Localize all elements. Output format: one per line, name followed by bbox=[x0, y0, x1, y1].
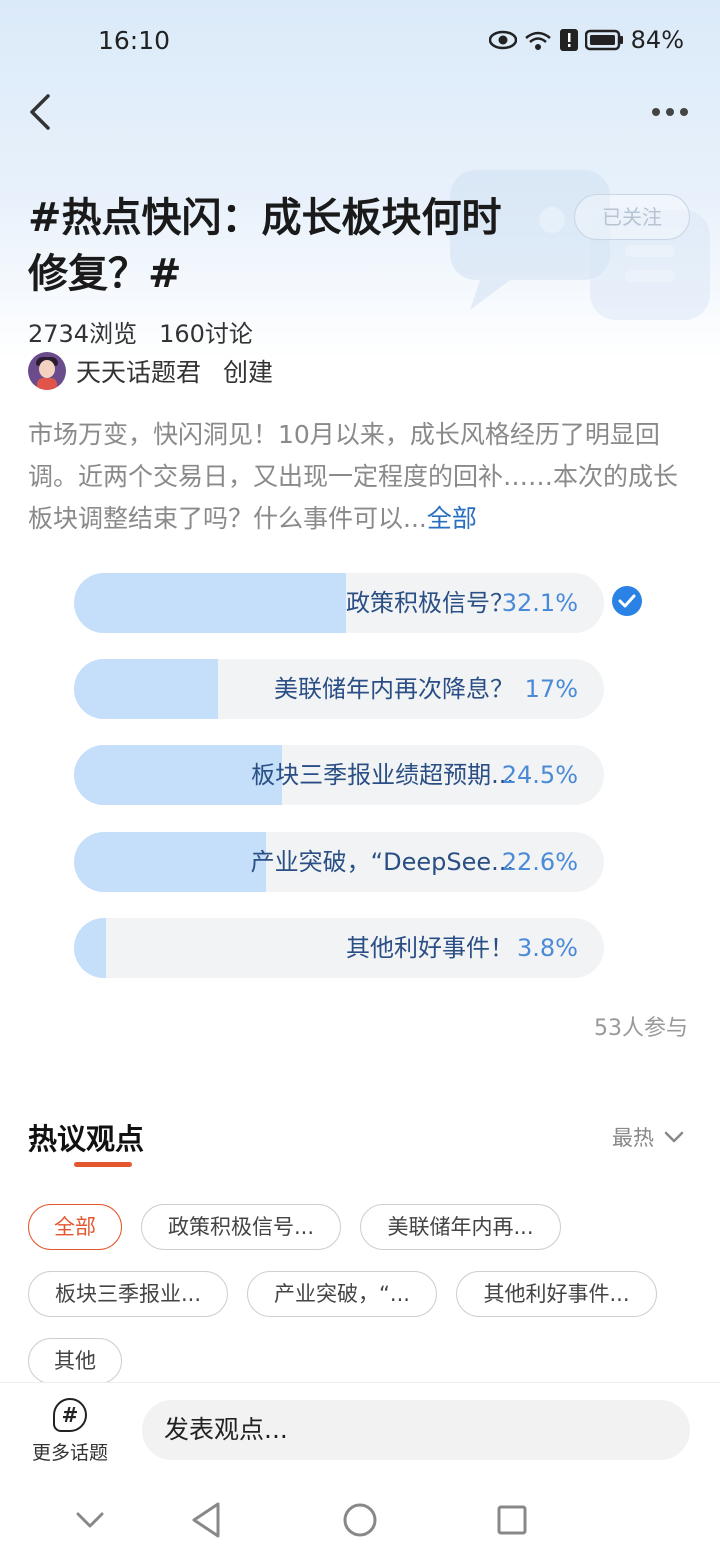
filter-chip[interactable]: 板块三季报业... bbox=[28, 1271, 228, 1317]
more-button[interactable] bbox=[652, 98, 692, 126]
status-icons: 84% bbox=[488, 26, 684, 54]
poll-option-label: 产业突破，“DeepSee... bbox=[250, 848, 514, 876]
poll-option-label: 美联储年内再次降息？ bbox=[274, 675, 514, 703]
nav-hide-button[interactable] bbox=[74, 1504, 106, 1536]
more-icon-dot bbox=[680, 108, 688, 116]
expand-description-link[interactable]: 全部 bbox=[427, 504, 477, 533]
follow-button[interactable]: 已关注 bbox=[574, 194, 690, 240]
poll-option-percent: 17% bbox=[524, 675, 578, 703]
section-title: 热议观点 bbox=[28, 1122, 145, 1156]
poll-option-percent: 3.8% bbox=[517, 934, 578, 962]
post-opinion-input[interactable]: 发表观点... bbox=[142, 1400, 690, 1460]
more-topics-button[interactable]: # 更多话题 bbox=[28, 1398, 112, 1465]
nav-home-button[interactable] bbox=[342, 1502, 378, 1538]
check-icon bbox=[612, 586, 642, 616]
filter-chip-all[interactable]: 全部 bbox=[28, 1204, 122, 1250]
poll-option[interactable]: 产业突破，“DeepSee... 22.6% bbox=[74, 832, 604, 892]
topic-title: #热点快闪：成长板块何时修复？# bbox=[28, 195, 502, 297]
more-icon-dot bbox=[666, 108, 674, 116]
views-count: 2734浏览 bbox=[28, 320, 138, 348]
discussions-count: 160讨论 bbox=[159, 320, 253, 348]
eye-icon bbox=[488, 30, 517, 50]
poll-option-percent: 32.1% bbox=[501, 589, 578, 617]
sort-dropdown[interactable]: 最热 bbox=[612, 1122, 684, 1152]
creator-name: 天天话题君 bbox=[76, 358, 202, 387]
more-icon bbox=[652, 108, 660, 116]
nav-recents-button[interactable] bbox=[496, 1504, 528, 1536]
back-icon bbox=[30, 94, 50, 130]
battery-icon bbox=[584, 29, 623, 51]
section-underline bbox=[74, 1162, 132, 1167]
avatar bbox=[28, 352, 66, 390]
topic-stats: 2734浏览 160讨论 bbox=[28, 314, 253, 349]
battery-percent: 84% bbox=[630, 26, 684, 54]
chevron-down-icon bbox=[664, 1131, 684, 1143]
creator-info[interactable]: 天天话题君 创建 bbox=[28, 352, 273, 390]
poll-option-label: 其他利好事件！ bbox=[346, 934, 514, 962]
alert-icon bbox=[559, 29, 578, 51]
wifi-icon bbox=[524, 31, 551, 50]
filter-chip[interactable]: 其他利好事件... bbox=[456, 1271, 657, 1317]
poll-option[interactable]: 美联储年内再次降息？ 17% bbox=[74, 659, 604, 719]
filter-chip[interactable]: 产业突破，“... bbox=[247, 1271, 437, 1317]
description-text: 市场万变，快闪洞见！10月以来，成长风格经历了明显回调。近两个交易日，又出现一定… bbox=[28, 420, 679, 533]
poll-option[interactable]: 政策积极信号？ 32.1% bbox=[74, 573, 604, 633]
poll-option-percent: 22.6% bbox=[501, 848, 578, 876]
filter-chip[interactable]: 政策积极信号... bbox=[141, 1204, 341, 1250]
poll-option-label: 政策积极信号？ bbox=[346, 589, 514, 617]
back-button[interactable] bbox=[22, 90, 62, 134]
status-time: 16:10 bbox=[98, 26, 171, 55]
poll-option[interactable]: 板块三季报业绩超预期... 24.5% bbox=[74, 745, 604, 805]
topic-description: 市场万变，快闪洞见！10月以来，成长风格经历了明显回调。近两个交易日，又出现一定… bbox=[28, 414, 692, 540]
poll-option-percent: 24.5% bbox=[501, 761, 578, 789]
more-topics-label: 更多话题 bbox=[31, 1442, 108, 1464]
filter-chip[interactable]: 美联储年内再... bbox=[360, 1204, 561, 1250]
nav-back-button[interactable] bbox=[188, 1500, 224, 1540]
participants-count: 53人参与 bbox=[594, 1016, 688, 1041]
poll-option[interactable]: 其他利好事件！ 3.8% bbox=[74, 918, 604, 978]
hashtag-icon: # bbox=[53, 1398, 87, 1432]
creator-role: 创建 bbox=[223, 358, 274, 387]
sort-label: 最热 bbox=[612, 1126, 654, 1150]
filter-chip[interactable]: 其他 bbox=[28, 1338, 122, 1384]
poll-option-label: 板块三季报业绩超预期... bbox=[251, 761, 514, 789]
